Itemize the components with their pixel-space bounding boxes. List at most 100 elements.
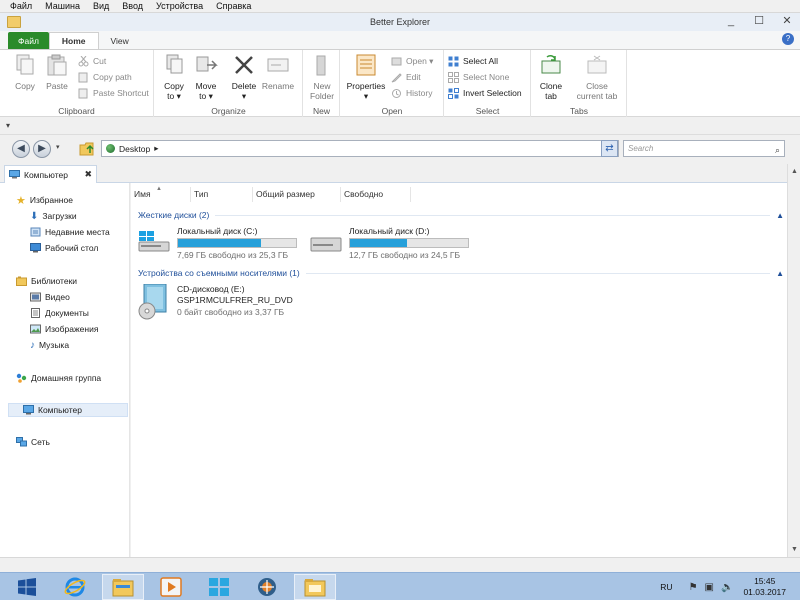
properties-button[interactable]: Properties ▾ [345, 53, 387, 101]
drive-c[interactable]: Локальный диск (C:) 7,69 ГБ свободно из … [138, 226, 308, 260]
nav-video[interactable]: Видео [30, 290, 70, 304]
language-indicator[interactable]: RU [660, 582, 672, 592]
nav-music[interactable]: ♪ Музыка [30, 338, 69, 352]
history-dropdown-icon[interactable]: ▾ [56, 143, 60, 151]
nav-documents[interactable]: Документы [30, 306, 89, 320]
homegroup-icon [16, 373, 27, 383]
collapse-chevron-icon[interactable]: ▲ [776, 211, 784, 220]
cut-button[interactable]: Cut [78, 54, 106, 68]
edit-button[interactable]: Edit [391, 70, 421, 84]
nav-desktop[interactable]: Рабочий стол [30, 241, 98, 255]
hard-drive-icon [310, 237, 342, 252]
taskbar-media-player[interactable] [150, 574, 192, 600]
tab-view[interactable]: View [99, 32, 141, 49]
vm-menu-machine[interactable]: Машина [45, 1, 80, 11]
nav-favorites[interactable]: ★ Избранное [16, 193, 73, 207]
network-tray-icon[interactable]: ▣ [705, 582, 714, 593]
select-none-button[interactable]: Select None [448, 70, 509, 84]
group-tabs: Clone tab Close current tab Tabs [532, 50, 627, 118]
close-button[interactable]: ✕ [780, 15, 794, 28]
tab-computer[interactable]: Компьютер ✖ [4, 165, 97, 183]
move-to-button[interactable]: Move to ▾ [189, 53, 223, 101]
select-none-icon [448, 71, 459, 83]
breadcrumb-arrow-icon[interactable]: ▸ [154, 143, 158, 154]
group-header-removable[interactable]: Устройства со съемными носителями (1) ▲ [138, 266, 788, 280]
paste-button[interactable]: Paste [40, 53, 74, 91]
taskbar-internet-explorer[interactable] [54, 574, 96, 600]
clock[interactable]: 15:45 01.03.2017 [743, 576, 786, 598]
taskbar-better-explorer[interactable] [294, 574, 336, 600]
clone-tab-button[interactable]: Clone tab [534, 53, 568, 101]
organize-group-label: Organize [211, 106, 246, 116]
refresh-button[interactable]: ⇄ [601, 140, 618, 157]
collapse-chevron-icon[interactable]: ▲ [776, 269, 784, 278]
nav-downloads[interactable]: ⬇ Загрузки [30, 209, 77, 223]
vm-menu-input[interactable]: Ввод [122, 1, 143, 11]
nav-images[interactable]: Изображения [30, 322, 98, 336]
vm-menu-view[interactable]: Вид [93, 1, 109, 11]
video-icon [30, 292, 41, 302]
desktop-globe-icon [106, 144, 115, 153]
nav-recent-places[interactable]: Недавние места [30, 225, 110, 239]
copy-button[interactable]: Copy [8, 53, 42, 91]
drive-d[interactable]: Локальный диск (D:) 12,7 ГБ свободно из … [310, 226, 480, 260]
volume-icon[interactable]: 🔈 [721, 582, 733, 593]
taskbar-app-tools[interactable] [246, 574, 288, 600]
address-location[interactable]: Desktop [119, 144, 150, 154]
properties-icon [356, 54, 376, 76]
windows-flag-icon [209, 578, 229, 596]
vm-menu-devices[interactable]: Устройства [156, 1, 203, 11]
invert-selection-button[interactable]: Invert Selection [448, 86, 522, 100]
window-title: Better Explorer [369, 17, 431, 27]
maximize-button[interactable]: ☐ [752, 15, 766, 28]
paste-shortcut-button[interactable]: Paste Shortcut [78, 86, 149, 100]
taskbar-explorer[interactable] [102, 574, 144, 600]
taskbar: RU ⚑ ▣ 🔈 15:45 01.03.2017 [0, 572, 800, 600]
back-button[interactable]: ◀ [12, 140, 30, 158]
scissors-icon [78, 55, 89, 66]
download-arrow-icon: ⬇ [30, 210, 39, 222]
up-folder-icon[interactable] [79, 140, 95, 157]
search-icon[interactable]: ⌕ [775, 143, 780, 158]
copy-path-button[interactable]: Copy path [78, 70, 132, 84]
windows-drive-icon [138, 231, 170, 252]
nav-network[interactable]: Сеть [16, 435, 50, 449]
start-button[interactable] [6, 574, 48, 600]
column-total-size[interactable]: Общий размер [253, 187, 341, 202]
document-tab-strip: Компьютер ✖ [0, 164, 800, 183]
column-type[interactable]: Тип [191, 187, 253, 202]
tab-home[interactable]: Home [48, 32, 99, 49]
nav-computer[interactable]: Компьютер [8, 403, 128, 417]
close-current-tab-button[interactable]: Close current tab [572, 53, 622, 101]
search-input[interactable]: Search ⌕ [623, 140, 785, 157]
minimize-button[interactable]: _ [724, 15, 738, 28]
copy-to-button[interactable]: Copy to ▾ [157, 53, 191, 101]
vm-menu-help[interactable]: Справка [216, 1, 251, 11]
column-free-space[interactable]: Свободно [341, 187, 411, 202]
rename-button[interactable]: Rename [261, 53, 295, 91]
nav-libraries[interactable]: Библиотеки [16, 274, 77, 288]
group-header-hard-drives[interactable]: Жесткие диски (2) ▲ [138, 208, 788, 222]
open-button[interactable]: Open ▾ [391, 54, 433, 68]
computer-icon [23, 405, 34, 415]
address-input[interactable]: Desktop ▸ [101, 140, 619, 157]
history-button[interactable]: History [391, 86, 432, 100]
scroll-up-icon[interactable]: ▲ [791, 168, 798, 175]
tab-file[interactable]: Файл [8, 32, 49, 49]
column-name[interactable]: ▲ Имя [131, 186, 191, 202]
delete-button[interactable]: Delete ▾ [227, 53, 261, 101]
nav-homegroup[interactable]: Домашняя группа [16, 371, 101, 385]
select-group-label: Select [475, 106, 500, 116]
qat-dropdown-icon[interactable]: ▾ [6, 121, 10, 130]
vm-menu-file[interactable]: Файл [10, 1, 32, 11]
window-title-bar[interactable]: Better Explorer _ ☐ ✕ [0, 13, 800, 31]
select-all-button[interactable]: Select All [448, 54, 498, 68]
forward-button[interactable]: ▶ [33, 140, 51, 158]
taskbar-windows-store[interactable] [198, 574, 240, 600]
scroll-down-icon[interactable]: ▼ [791, 546, 798, 553]
help-icon[interactable]: ? [782, 33, 794, 45]
new-folder-button[interactable]: New Folder [305, 53, 339, 101]
action-center-icon[interactable]: ⚑ [689, 582, 698, 593]
vertical-scrollbar[interactable]: ▲ ▼ [787, 164, 800, 557]
tab-close-icon[interactable]: ✖ [84, 169, 92, 180]
